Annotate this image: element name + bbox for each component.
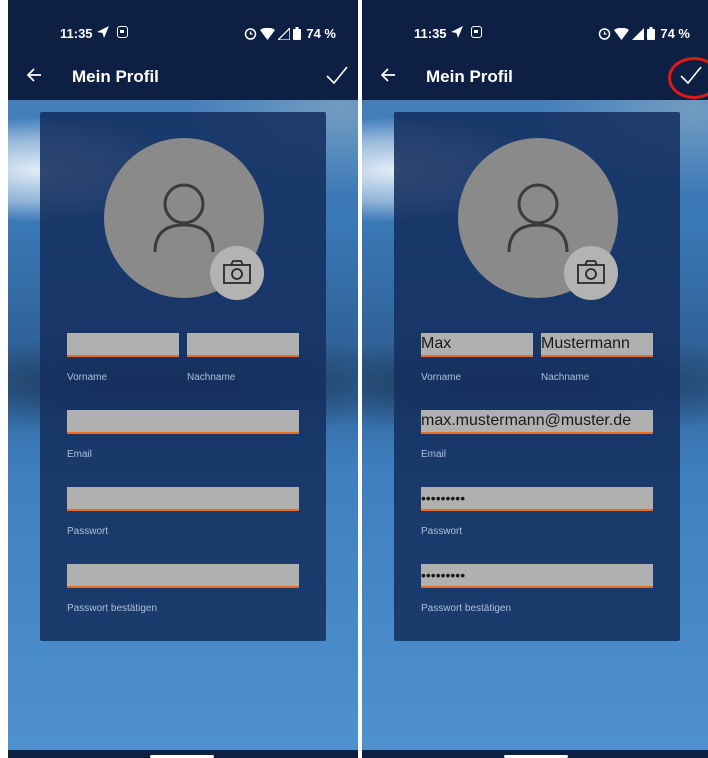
screen-filled-profile: 11:35 74 % Mein Profil Max Mustermann Vo…: [362, 0, 708, 758]
camera-icon: [223, 260, 251, 284]
last-name-label: Nachname: [541, 372, 590, 383]
signal-icon: [278, 27, 291, 40]
password-confirm-input[interactable]: •••••••••: [421, 564, 653, 588]
wifi-icon: [614, 27, 630, 40]
password-label: Passwort: [67, 526, 109, 537]
profile-card: Max Mustermann Vorname Nachname max.must…: [394, 112, 680, 641]
last-name-label: Nachname: [187, 372, 236, 383]
screen-empty-profile: 11:35 74 % Mein Profil Vorname Nachname …: [8, 0, 358, 758]
alarm-icon: [245, 28, 257, 40]
check-icon[interactable]: [326, 65, 348, 85]
battery-percent: 74 %: [660, 26, 690, 41]
email-input[interactable]: max.mustermann@muster.de: [421, 410, 653, 434]
password-input[interactable]: [67, 487, 299, 511]
status-bar: 11:35 74 %: [8, 0, 358, 50]
wifi-icon: [260, 27, 276, 40]
first-name-label: Vorname: [67, 372, 108, 383]
user-icon: [153, 183, 215, 253]
battery-icon: [293, 27, 302, 40]
first-name-label: Vorname: [421, 372, 462, 383]
send-icon: [451, 26, 463, 38]
highlight-circle: [668, 57, 708, 99]
back-arrow-icon[interactable]: [26, 67, 42, 83]
sim-icon: [471, 26, 482, 38]
password-confirm-label: Passwort bestätigen: [67, 603, 158, 614]
password-input[interactable]: •••••••••: [421, 487, 653, 511]
app-bar: Mein Profil: [362, 50, 708, 100]
back-arrow-icon[interactable]: [380, 67, 396, 83]
first-name-input[interactable]: [67, 333, 179, 357]
email-label: Email: [421, 449, 447, 460]
camera-button[interactable]: [564, 246, 618, 300]
status-time: 11:35: [414, 26, 447, 41]
camera-button[interactable]: [210, 246, 264, 300]
signal-icon: [632, 27, 645, 40]
battery-percent: 74 %: [306, 26, 336, 41]
status-bar: 11:35 74 %: [362, 0, 708, 50]
send-icon: [97, 26, 109, 38]
sim-icon: [117, 26, 128, 38]
status-icons: 74 %: [598, 26, 690, 41]
email-input[interactable]: [67, 410, 299, 434]
status-icons: 74 %: [244, 26, 336, 41]
last-name-input[interactable]: Mustermann: [541, 333, 653, 357]
password-label: Passwort: [421, 526, 463, 537]
camera-icon: [577, 260, 605, 284]
alarm-icon: [599, 28, 611, 40]
password-confirm-label: Passwort bestätigen: [421, 603, 512, 614]
app-bar: Mein Profil: [8, 50, 358, 100]
nav-bar: [362, 750, 708, 758]
page-title: Mein Profil: [72, 67, 159, 86]
password-confirm-input[interactable]: [67, 564, 299, 588]
status-time: 11:35: [60, 26, 93, 41]
last-name-input[interactable]: [187, 333, 299, 357]
first-name-input[interactable]: Max: [421, 333, 533, 357]
nav-bar: [8, 750, 358, 758]
profile-card: Vorname Nachname Email Passwort Passwort…: [40, 112, 326, 641]
user-icon: [507, 183, 569, 253]
page-title: Mein Profil: [426, 67, 513, 86]
email-label: Email: [67, 449, 93, 460]
battery-icon: [647, 27, 656, 40]
